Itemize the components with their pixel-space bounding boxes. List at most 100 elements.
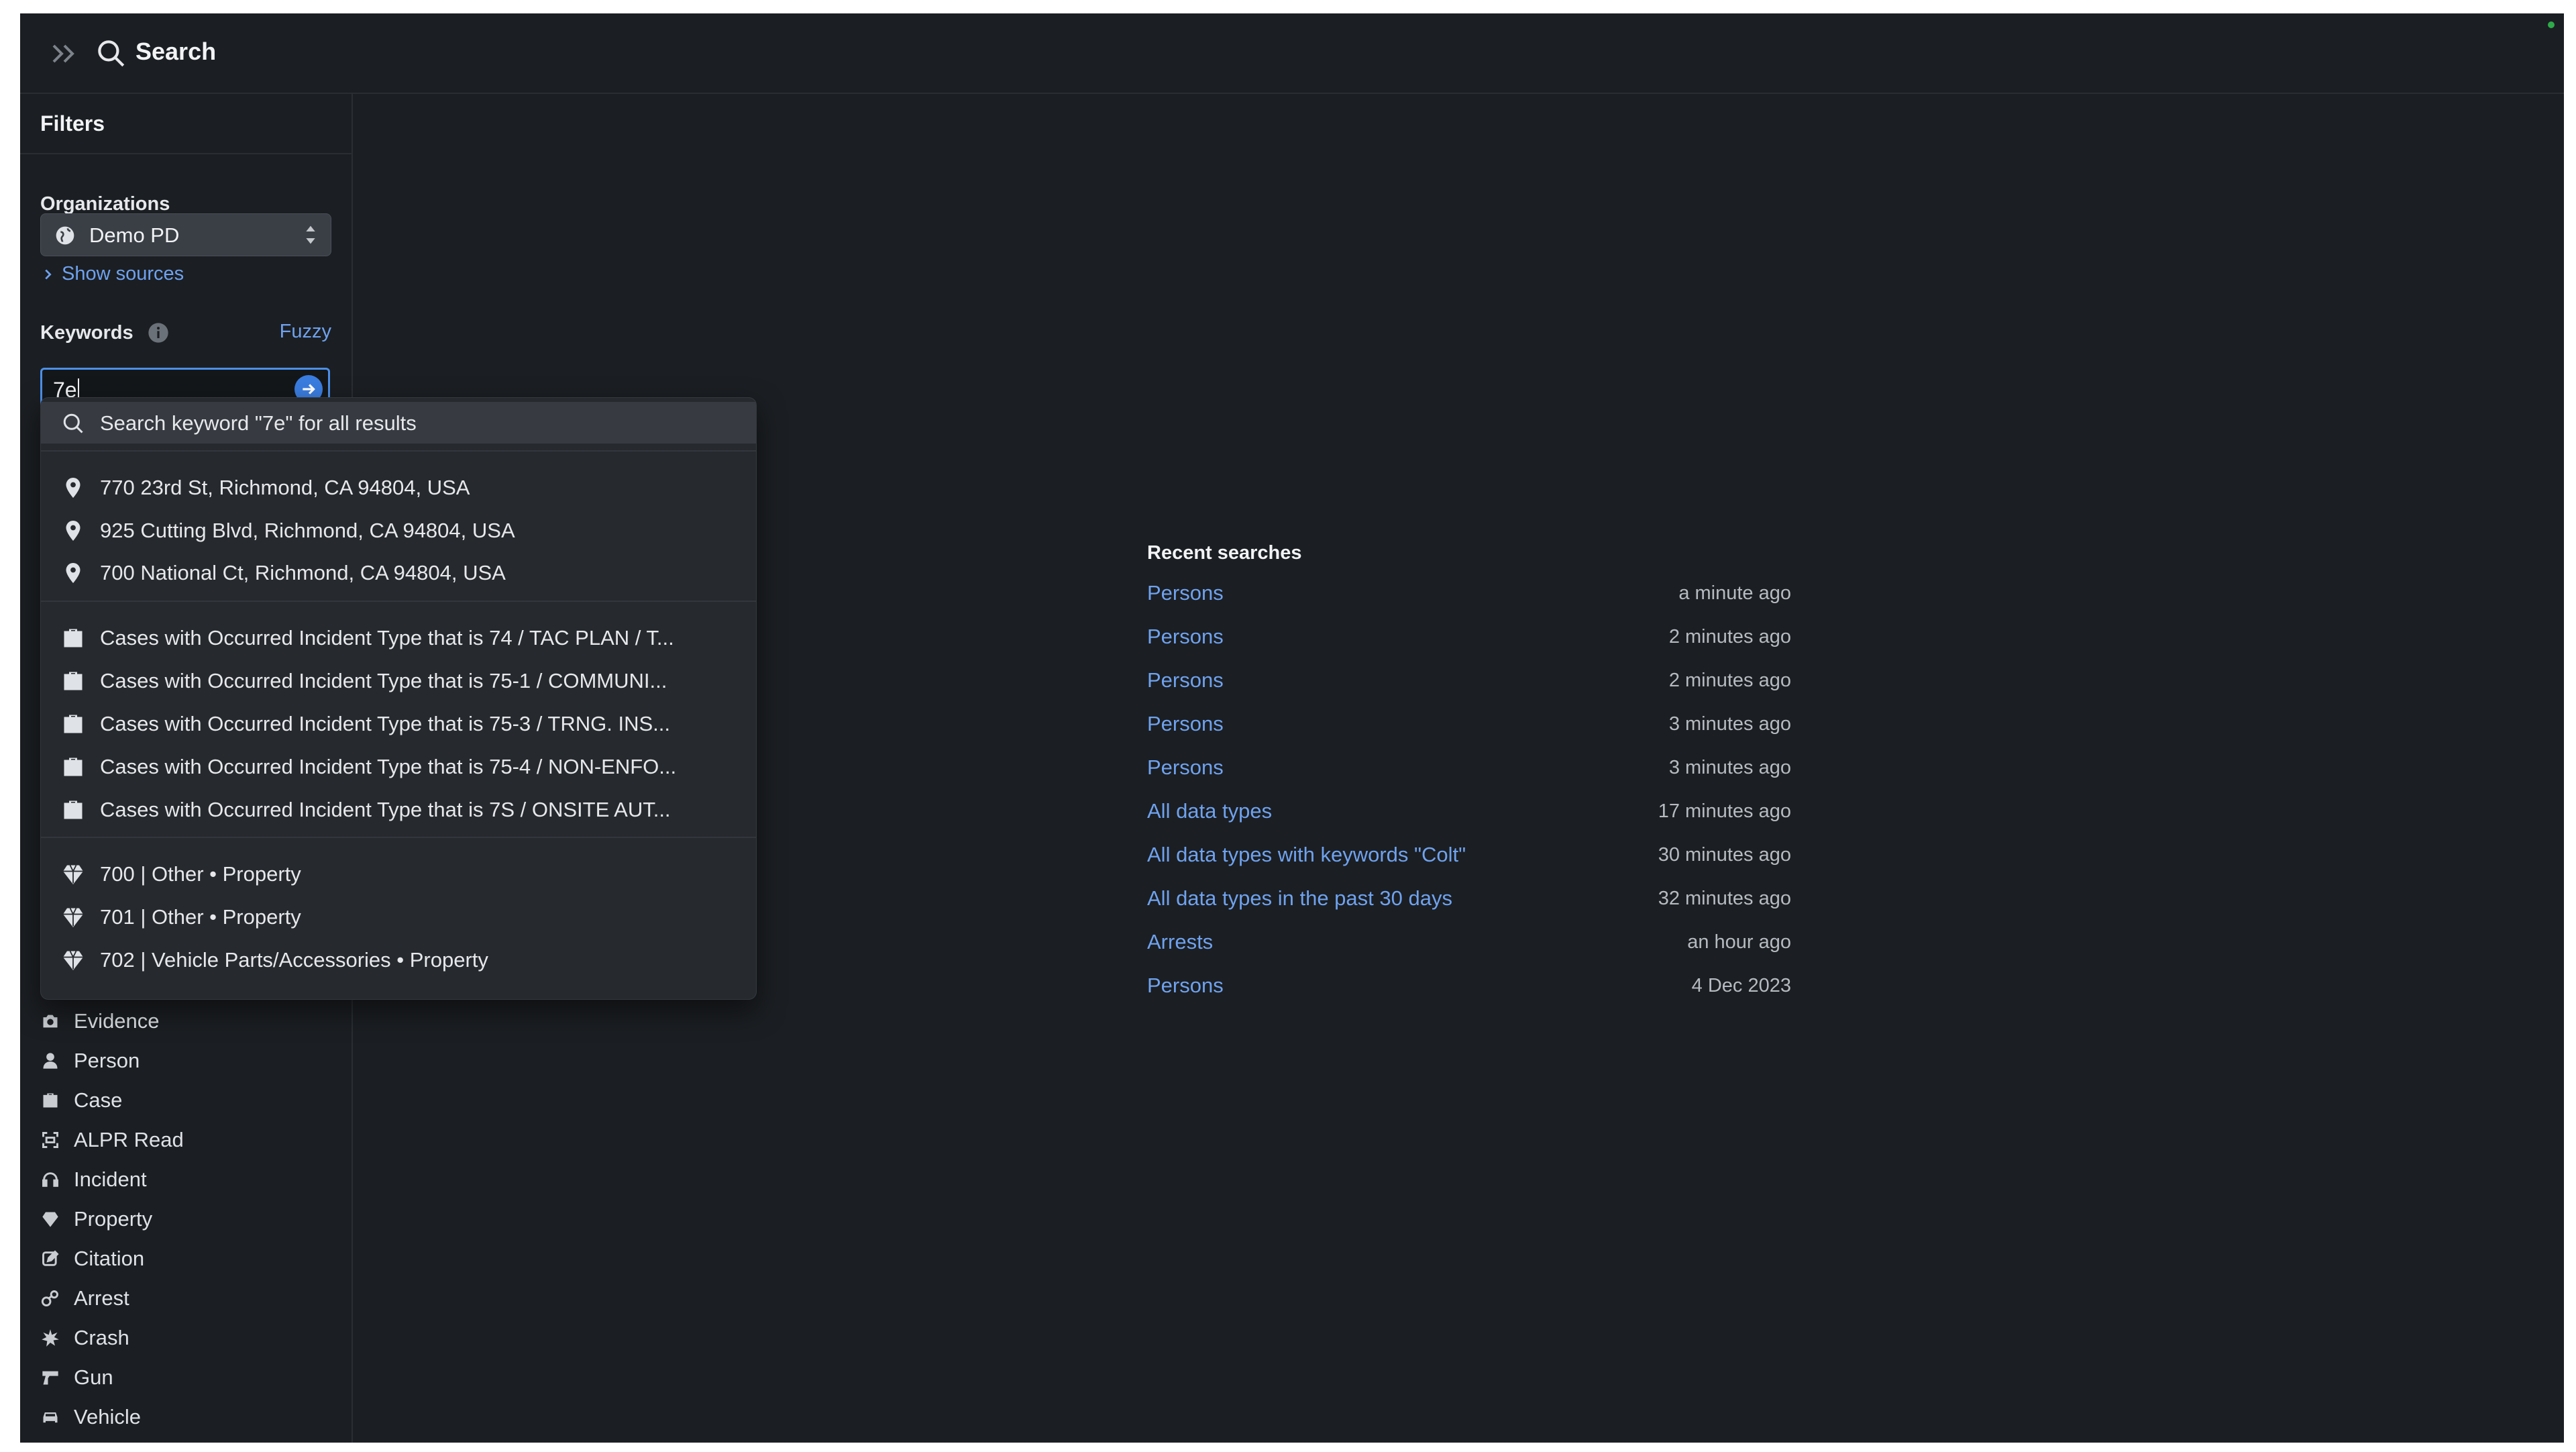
show-sources-toggle[interactable]: Show sources — [40, 263, 184, 285]
fuzzy-toggle[interactable]: Fuzzy — [280, 321, 331, 343]
recent-search-row[interactable]: All data types with keywords "Colt" 30 mi… — [1147, 839, 1791, 872]
recent-search-row[interactable]: Persons 4 Dec 2023 — [1147, 970, 1791, 1003]
recent-search-link[interactable]: All data types with keywords "Colt" — [1147, 843, 1466, 867]
organization-select[interactable]: Demo PD — [40, 213, 331, 256]
map-pin-icon — [66, 478, 80, 498]
data-type-label: Crash — [74, 1326, 129, 1349]
recent-search-time: 32 minutes ago — [1658, 888, 1791, 909]
briefcase-icon — [64, 672, 83, 690]
recent-search-time: 4 Dec 2023 — [1691, 975, 1791, 996]
option-label: 770 23rd St, Richmond, CA 94804, USA — [100, 476, 470, 499]
data-type-gun[interactable]: Gun — [40, 1364, 113, 1391]
data-type-label: Vehicle — [74, 1405, 141, 1429]
data-type-label: Case — [74, 1088, 123, 1112]
data-type-label: ALPR Read — [74, 1128, 184, 1151]
crash-icon — [40, 1328, 60, 1348]
data-type-citation[interactable]: Citation — [40, 1245, 144, 1272]
page-title: Search — [136, 38, 217, 65]
recent-search-row[interactable]: Persons 2 minutes ago — [1147, 664, 1791, 698]
data-type-case[interactable]: Case — [40, 1087, 122, 1114]
data-type-vehicle[interactable]: Vehicle — [40, 1404, 141, 1431]
recent-search-time: 3 minutes ago — [1668, 757, 1791, 778]
option-label: 700 National Ct, Richmond, CA 94804, USA — [100, 561, 506, 584]
briefcase-icon — [64, 758, 83, 776]
top-bar: Search — [20, 13, 2564, 94]
recent-search-row[interactable]: Persons 2 minutes ago — [1147, 621, 1791, 654]
data-type-label: Person — [74, 1049, 140, 1072]
recent-search-row[interactable]: All data types in the past 30 days 32 min… — [1147, 882, 1791, 916]
briefcase-icon — [64, 629, 83, 647]
data-type-crash[interactable]: Crash — [40, 1325, 129, 1351]
property-option[interactable]: 700 | Other • Property — [41, 853, 756, 894]
plate-scan-icon — [40, 1130, 60, 1150]
handcuffs-icon — [40, 1288, 60, 1308]
diamond-icon — [63, 908, 83, 927]
recent-search-row[interactable]: All data types 17 minutes ago — [1147, 795, 1791, 829]
recent-search-row[interactable]: Arrests an hour ago — [1147, 926, 1791, 960]
recent-search-row[interactable]: Persons 3 minutes ago — [1147, 751, 1791, 785]
data-type-label: Arrest — [74, 1286, 129, 1310]
case-option[interactable]: Cases with Occurred Incident Type that i… — [41, 788, 756, 830]
data-type-label: Gun — [74, 1365, 113, 1389]
case-option[interactable]: Cases with Occurred Incident Type that i… — [41, 660, 756, 701]
data-type-label: Incident — [74, 1168, 147, 1191]
address-option[interactable]: 700 National Ct, Richmond, CA 94804, USA — [41, 552, 756, 593]
search-all-results-option[interactable]: Search keyword "7e" for all results — [41, 402, 756, 444]
recent-search-link[interactable]: All data types in the past 30 days — [1147, 886, 1452, 911]
data-type-label: Citation — [74, 1247, 145, 1270]
recent-search-link[interactable]: Persons — [1147, 625, 1224, 649]
recent-search-time: 30 minutes ago — [1658, 844, 1791, 866]
recent-search-link[interactable]: Arrests — [1147, 930, 1213, 954]
address-option[interactable]: 925 Cutting Blvd, Richmond, CA 94804, US… — [41, 509, 756, 551]
recent-search-time: a minute ago — [1678, 582, 1791, 604]
data-type-evidence[interactable]: Evidence — [40, 1008, 160, 1035]
data-type-person[interactable]: Person — [40, 1047, 140, 1074]
property-option[interactable]: 701 | Other • Property — [41, 896, 756, 937]
divider — [41, 450, 756, 452]
info-icon[interactable] — [148, 322, 169, 344]
recent-search-time: 3 minutes ago — [1668, 713, 1791, 735]
case-option[interactable]: Cases with Occurred Incident Type that i… — [41, 745, 756, 787]
recent-search-link[interactable]: Persons — [1147, 712, 1224, 736]
camera-icon — [40, 1011, 60, 1031]
search-icon — [63, 413, 83, 433]
option-label: 700 | Other • Property — [100, 862, 301, 886]
data-type-arrest[interactable]: Arrest — [40, 1285, 129, 1312]
diamond-icon — [40, 1209, 60, 1229]
option-label: 702 | Vehicle Parts/Accessories • Proper… — [100, 948, 488, 972]
diamond-icon — [63, 951, 83, 970]
recent-search-row[interactable]: Persons a minute ago — [1147, 577, 1791, 611]
data-type-property[interactable]: Property — [40, 1206, 152, 1233]
recent-search-link[interactable]: Persons — [1147, 581, 1224, 605]
recent-searches-title: Recent searches — [1147, 542, 1302, 564]
data-type-incident[interactable]: Incident — [40, 1166, 147, 1193]
gun-icon — [40, 1367, 60, 1388]
recent-search-time: 17 minutes ago — [1658, 800, 1791, 822]
case-option[interactable]: Cases with Occurred Incident Type that i… — [41, 617, 756, 658]
option-label: Cases with Occurred Incident Type that i… — [100, 755, 677, 778]
property-option[interactable]: 702 | Vehicle Parts/Accessories • Proper… — [41, 939, 756, 980]
option-label: Cases with Occurred Incident Type that i… — [100, 626, 674, 650]
recent-search-row[interactable]: Persons 3 minutes ago — [1147, 708, 1791, 741]
recent-search-time: 2 minutes ago — [1668, 626, 1791, 647]
option-label: Cases with Occurred Incident Type that i… — [100, 712, 670, 735]
case-option[interactable]: Cases with Occurred Incident Type that i… — [41, 703, 756, 744]
address-option[interactable]: 770 23rd St, Richmond, CA 94804, USA — [41, 466, 756, 508]
show-sources-label: Show sources — [62, 263, 184, 284]
recent-search-link[interactable]: Persons — [1147, 756, 1224, 780]
divider — [41, 601, 756, 602]
map-pin-icon — [66, 521, 80, 541]
divider — [41, 837, 756, 838]
option-label: 701 | Other • Property — [100, 905, 301, 929]
expand-sidebar-icon[interactable] — [47, 38, 79, 70]
keywords-label: Keywords — [40, 322, 133, 344]
organization-value: Demo PD — [89, 223, 180, 247]
app-window: Search Filters Organizations Demo PD Sho… — [20, 13, 2564, 1443]
recent-search-link[interactable]: All data types — [1147, 799, 1272, 823]
recent-search-link[interactable]: Persons — [1147, 668, 1224, 692]
recent-search-link[interactable]: Persons — [1147, 974, 1224, 998]
option-label: 925 Cutting Blvd, Richmond, CA 94804, US… — [100, 519, 515, 542]
briefcase-icon — [64, 715, 83, 733]
keyword-suggestions-dropdown: Search keyword "7e" for all results 770 … — [40, 397, 757, 1000]
data-type-alpr-read[interactable]: ALPR Read — [40, 1127, 184, 1153]
